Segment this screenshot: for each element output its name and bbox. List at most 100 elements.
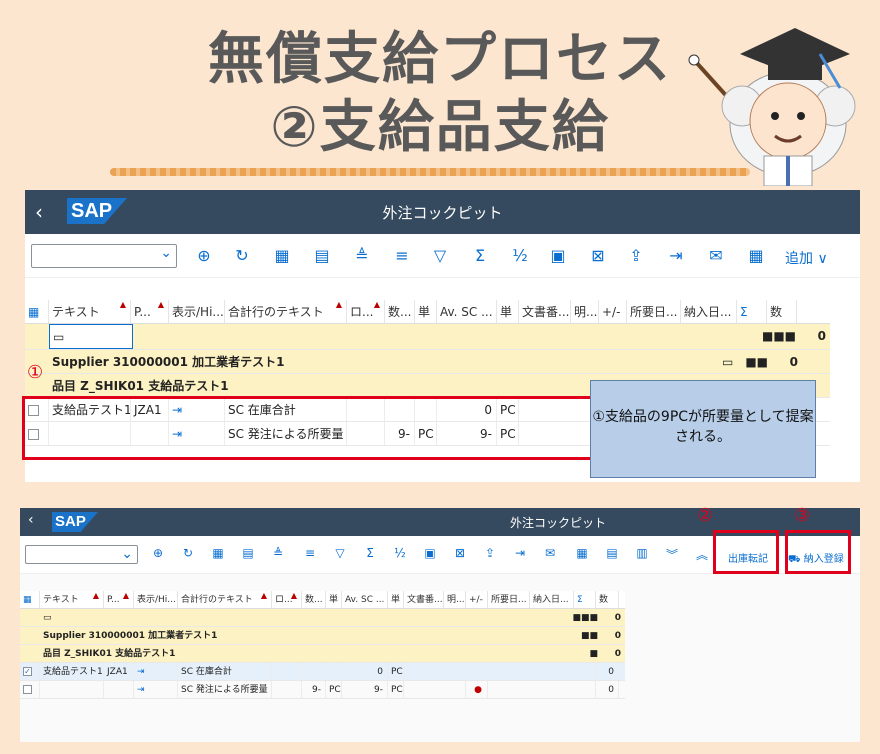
table-row[interactable]: ✓ 支給品テスト1 JZA1 ⇥ SC 在庫合計 0 PC 0 (20, 663, 625, 681)
display-icon[interactable]: ⇥ (134, 681, 178, 698)
more-button[interactable]: 追加 ∨ (785, 248, 828, 268)
display-icon[interactable]: ⇥ (134, 663, 178, 680)
print-icon[interactable]: ▣ (547, 246, 569, 265)
app-title: 外注コックピット (510, 516, 607, 530)
supplier-row: Supplier 310000001 加工業者テスト1 ▭ ■■ 0 (25, 350, 830, 374)
select-all-icon[interactable]: ▦ (25, 300, 49, 323)
col-unit2[interactable]: 単 (388, 591, 404, 608)
zoom-icon[interactable]: ⊕ (193, 246, 215, 265)
professor-illustration (688, 28, 856, 186)
export-icon[interactable]: ⊠ (452, 546, 468, 560)
col-sum-text[interactable]: 合計行のテキスト ▲ (225, 300, 347, 323)
collapse-tree-icon[interactable]: ▤ (311, 246, 333, 265)
col-display[interactable]: 表示/Hi... (134, 591, 178, 608)
col-p[interactable]: P... ▲ (104, 591, 134, 608)
note-icon[interactable]: ▭ (40, 609, 560, 626)
import-icon[interactable]: ⇥ (665, 246, 687, 265)
col-lo[interactable]: ロ... ▲ (347, 300, 385, 323)
col-sigma[interactable]: Σ (737, 300, 767, 323)
sum-icon[interactable]: Σ (362, 546, 378, 560)
sort-asc-icon[interactable]: ≜ (270, 546, 286, 560)
layout-select[interactable]: ⌄ (25, 545, 138, 564)
filter-icon[interactable]: ▽ (332, 546, 348, 560)
chevron-double-up-icon[interactable]: ︽ (694, 546, 710, 563)
sort-asc-icon[interactable]: ≜ (351, 246, 373, 265)
expand-tree-icon[interactable]: ▦ (210, 546, 226, 560)
col-sigma[interactable]: Σ (574, 591, 596, 608)
col-deliv-date[interactable]: 納入日... (530, 591, 574, 608)
col-text[interactable]: テキスト ▲ (49, 300, 131, 323)
summary-row: ▭ ■■■ 0 (25, 324, 830, 350)
col-plusminus[interactable]: +/- (466, 591, 488, 608)
upload-icon[interactable]: ⇪ (625, 246, 647, 265)
select-all-icon[interactable]: ▦ (20, 591, 40, 608)
step-marker-3: ③ (794, 505, 811, 526)
mail-icon[interactable]: ✉ (542, 546, 558, 560)
summary-row: ▭ ■■■ 0 (20, 609, 625, 627)
refresh-icon[interactable]: ↻ (180, 546, 196, 560)
col-item[interactable]: 明... (571, 300, 599, 323)
col-count[interactable]: 数 (767, 300, 797, 323)
zoom-icon[interactable]: ⊕ (150, 546, 166, 560)
expand-tree-icon[interactable]: ▦ (271, 246, 293, 265)
layout-icon[interactable]: ▥ (634, 546, 650, 560)
table-row[interactable]: ⇥ SC 発注による所要量 9- PC 9- PC ● 0 (20, 681, 625, 699)
col-plusminus[interactable]: +/- (599, 300, 627, 323)
chevron-double-down-icon[interactable]: ︾ (664, 546, 680, 563)
table-header: ▦ テキスト ▲ P... ▲ 表示/Hi... 合計行のテキスト ▲ ロ... ▲ 数… (25, 300, 830, 324)
col-p[interactable]: P... ▲ (131, 300, 169, 323)
col-docno[interactable]: 文書番... (519, 300, 571, 323)
filter-icon[interactable]: ▽ (429, 246, 451, 265)
col-deliv-date[interactable]: 納入日... (681, 300, 737, 323)
col-unit2[interactable]: 単 (497, 300, 519, 323)
selected-cell[interactable]: ▭ (49, 324, 133, 349)
sap-logo: SAP (52, 512, 98, 532)
table-icon[interactable]: ▤ (604, 546, 620, 560)
col-count[interactable]: 数 (596, 591, 619, 608)
col-avsc[interactable]: Av. SC ... (342, 591, 388, 608)
app-title: 外注コックピット (382, 204, 503, 222)
subtotal-icon[interactable]: ½ (509, 246, 531, 265)
collapse-tree-icon[interactable]: ▤ (240, 546, 256, 560)
col-sum-text[interactable]: 合計行のテキスト ▲ (178, 591, 272, 608)
chalk-underline (110, 168, 750, 176)
grid-icon[interactable]: ▦ (745, 246, 767, 265)
col-text[interactable]: テキスト ▲ (40, 591, 104, 608)
back-icon[interactable]: ‹ (28, 512, 34, 528)
table-header: ▦ テキスト ▲ P... ▲ 表示/Hi... 合計行のテキスト ▲ ロ... ▲ 数… (20, 591, 625, 609)
col-unit[interactable]: 単 (415, 300, 437, 323)
supplier-row: Supplier 310000001 加工業者テスト1 ■■ 0 (20, 627, 625, 645)
col-qty[interactable]: 数... (385, 300, 415, 323)
col-avsc[interactable]: Av. SC ... (437, 300, 497, 323)
col-req-date[interactable]: 所要日... (488, 591, 530, 608)
col-unit[interactable]: 単 (326, 591, 342, 608)
col-item[interactable]: 明... (444, 591, 466, 608)
chevron-down-icon: ⌄ (160, 245, 172, 261)
note-icon[interactable]: ▭ (719, 350, 739, 373)
col-qty[interactable]: 数... (302, 591, 326, 608)
sum-icon[interactable]: Σ (469, 246, 491, 265)
layout-select[interactable]: ⌄ (31, 244, 177, 268)
row-checkbox[interactable] (23, 685, 32, 694)
row-checkbox[interactable]: ✓ (23, 667, 32, 676)
step-marker-1: ① (27, 362, 44, 383)
print-icon[interactable]: ▣ (422, 546, 438, 560)
mail-icon[interactable]: ✉ (705, 246, 727, 265)
status-dot-icon: ● (466, 681, 488, 698)
col-docno[interactable]: 文書番... (404, 591, 444, 608)
step-marker-2: ② (697, 505, 714, 526)
upload-icon[interactable]: ⇪ (482, 546, 498, 560)
subtotal-icon[interactable]: ½ (392, 546, 408, 560)
col-display[interactable]: 表示/Hi... (169, 300, 225, 323)
col-req-date[interactable]: 所要日... (627, 300, 681, 323)
refresh-icon[interactable]: ↻ (231, 246, 253, 265)
highlight-delivery-register (785, 530, 851, 574)
sort-desc-icon[interactable]: ≡ (302, 546, 318, 560)
shell-bar: ‹ SAP 外注コックピット (25, 190, 860, 234)
import-icon[interactable]: ⇥ (512, 546, 528, 560)
grid-icon[interactable]: ▦ (574, 546, 590, 560)
highlight-rows (22, 396, 596, 460)
col-lo[interactable]: ロ... ▲ (272, 591, 302, 608)
sort-desc-icon[interactable]: ≡ (391, 246, 413, 265)
export-icon[interactable]: ⊠ (587, 246, 609, 265)
